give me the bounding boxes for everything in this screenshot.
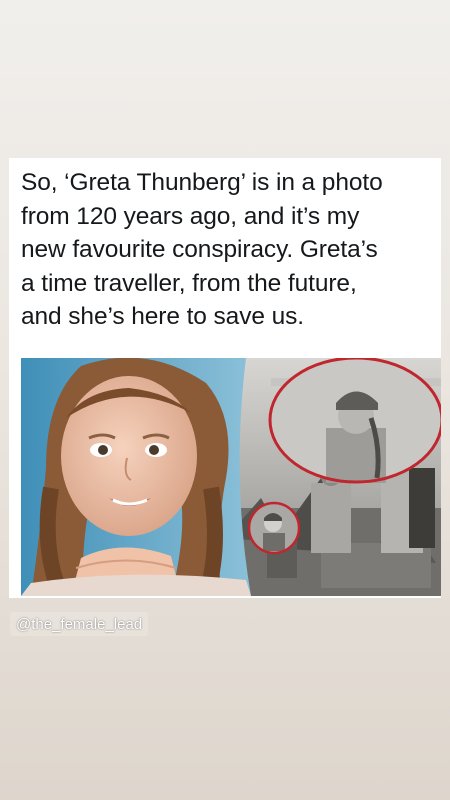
caption-line: new favourite conspiracy. Greta’s	[21, 236, 378, 263]
portrait-photo	[21, 358, 251, 596]
caption-line: from 120 years ago, and it’s my	[21, 202, 360, 230]
small-circled-face	[247, 501, 301, 555]
post-card: So, ‘Greta Thunberg’ is in a photo from …	[9, 158, 441, 598]
caption-line: and she’s here to save us.	[21, 303, 304, 330]
post-image	[21, 358, 441, 596]
mention-text[interactable]: @the_female_lead	[16, 616, 142, 633]
caption-line: So, ‘Greta Thunberg’ is in a photo	[21, 169, 383, 196]
post-caption: So, ‘Greta Thunberg’ is in a photo from …	[21, 166, 433, 334]
caption-line: a time traveller, from the future,	[21, 269, 357, 297]
mention-sticker[interactable]: @the_female_lead	[10, 612, 149, 636]
circled-figure	[268, 358, 441, 484]
composite-photo	[21, 358, 441, 596]
